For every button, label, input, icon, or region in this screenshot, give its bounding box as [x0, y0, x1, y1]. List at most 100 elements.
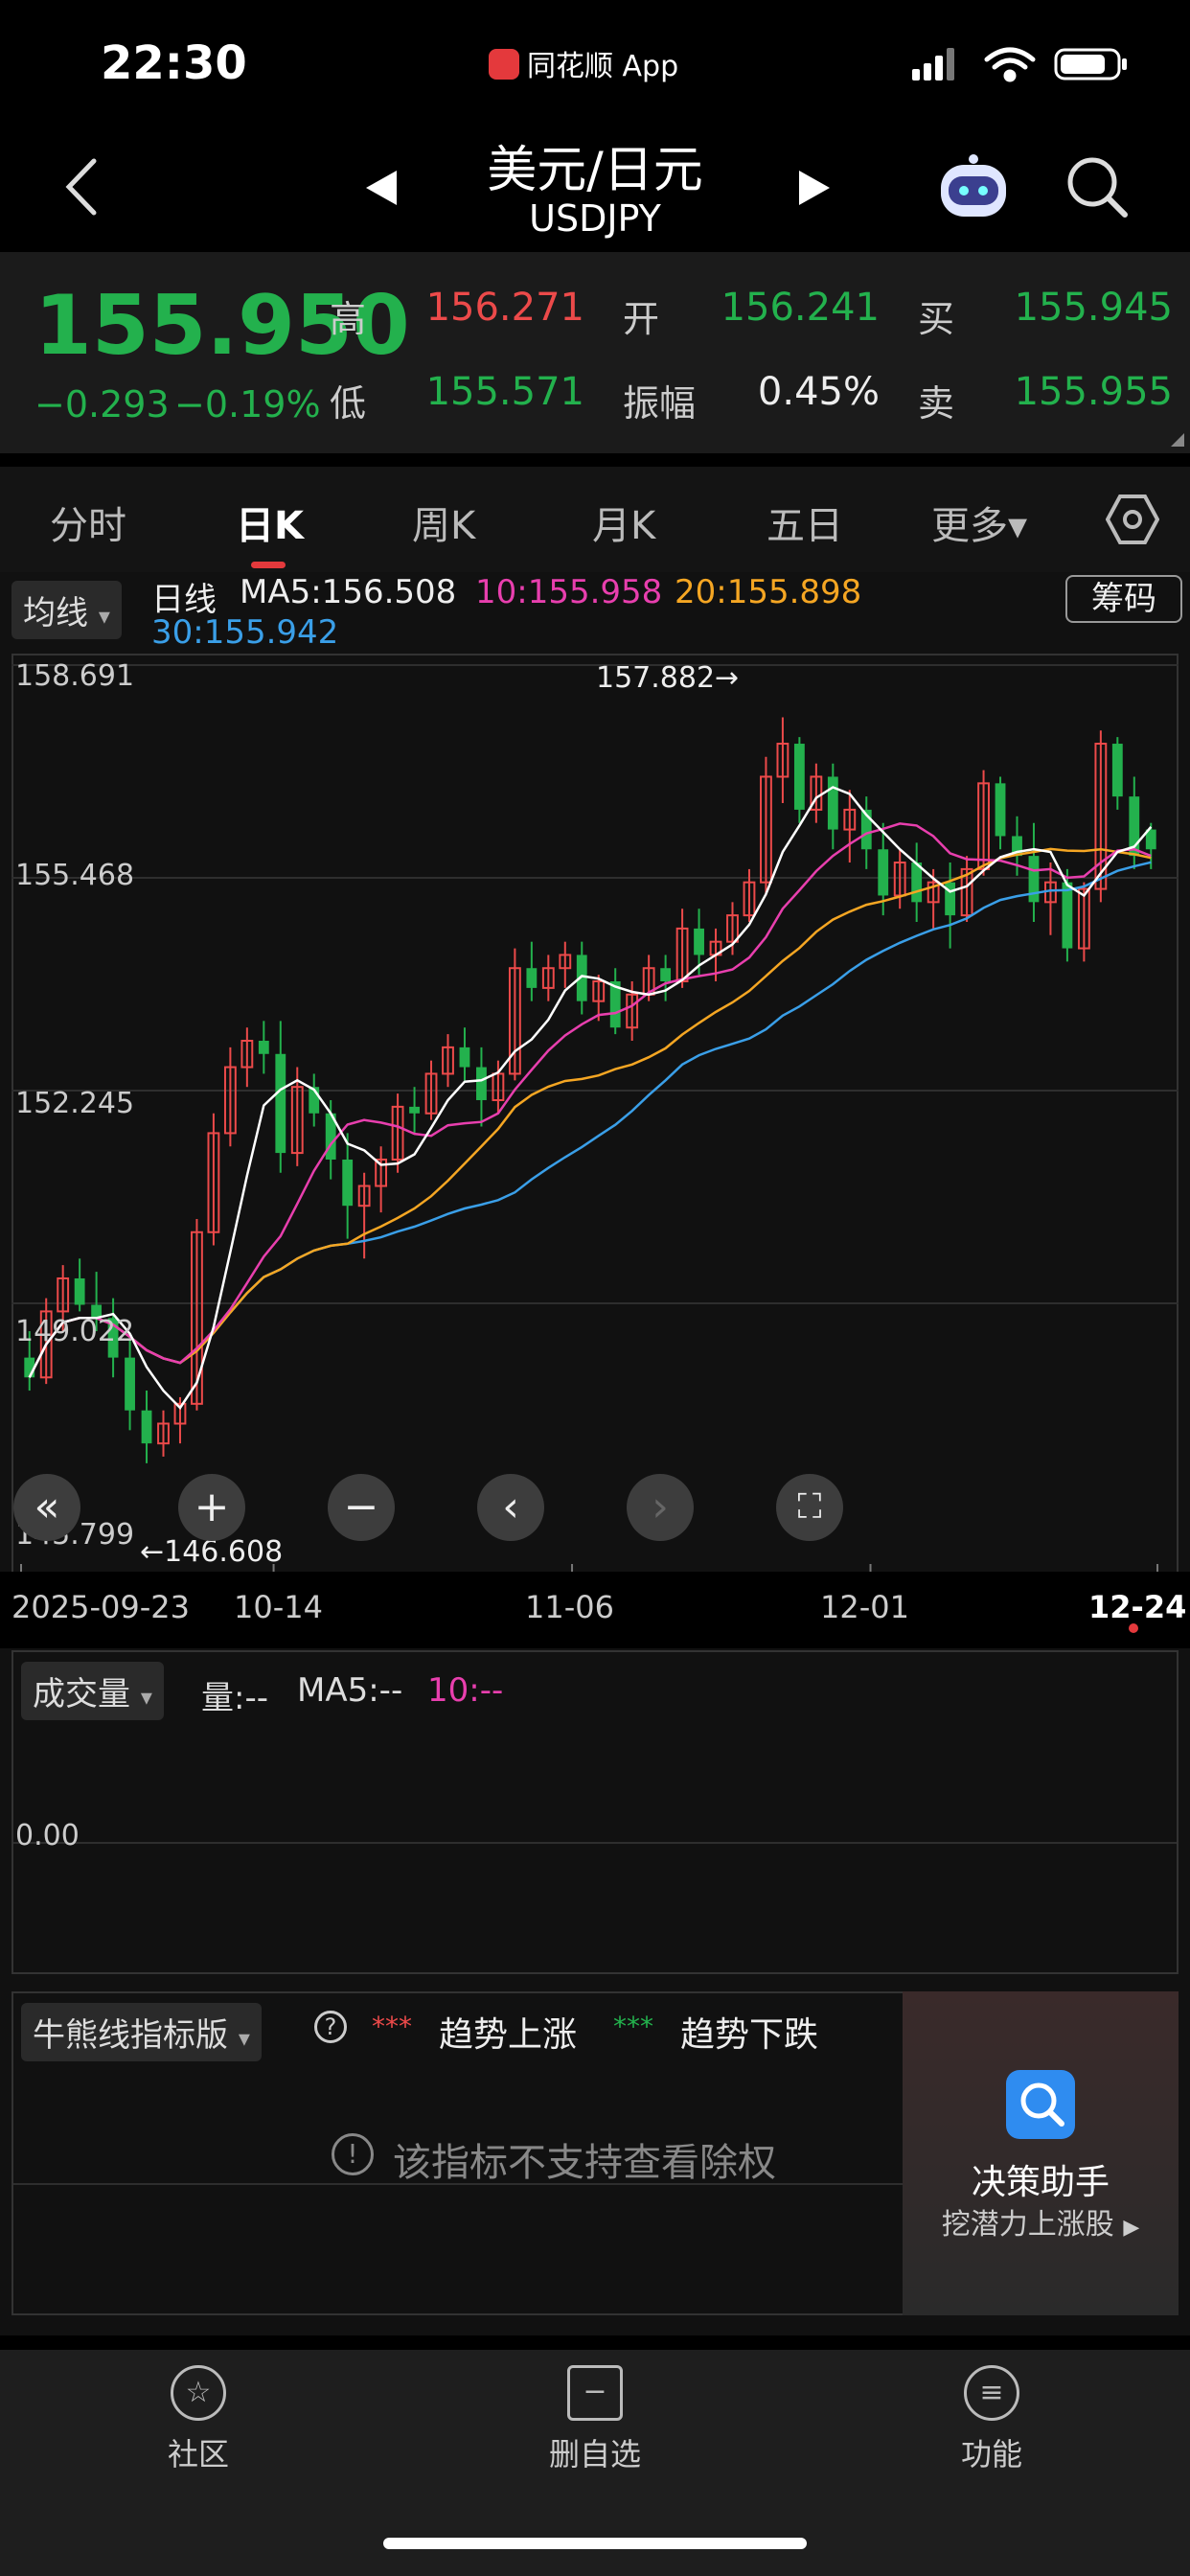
tab-five-day[interactable]: 五日 [767, 494, 843, 550]
candle [609, 968, 621, 1035]
low-value: 155.571 [425, 370, 584, 414]
decision-assistant-title: 决策助手 [971, 2163, 1110, 2202]
tab-weekly-k[interactable]: 周K [412, 494, 475, 550]
high-value: 156.271 [425, 286, 584, 330]
zoom-out-icon[interactable]: − [328, 1474, 395, 1541]
community-icon[interactable]: ☆ [171, 2365, 226, 2421]
y-tick-0: 158.691 [15, 659, 135, 693]
status-time: 22:30 [101, 36, 247, 90]
chip-distribution-button[interactable]: 筹码 [1065, 575, 1182, 623]
trend-up-label: 趋势上涨 [439, 2015, 578, 2055]
candle [357, 1172, 371, 1259]
nav-community-label[interactable]: 社区 [103, 2430, 294, 2474]
volume-value: 量:-- [201, 1679, 268, 1717]
high-label: 高 [330, 298, 367, 340]
candle [541, 954, 555, 1001]
candle [827, 763, 838, 850]
amplitude-label: 振幅 [623, 382, 697, 425]
status-icons [912, 47, 1127, 82]
home-indicator [383, 2538, 807, 2549]
candle [1044, 862, 1057, 935]
candle [125, 1337, 135, 1431]
x-tick-4: 12-24 [1088, 1589, 1187, 1625]
info-icon: ! [332, 2133, 374, 2175]
candle [157, 1410, 170, 1457]
volume-zero-label: 0.00 [15, 1819, 80, 1852]
candle [660, 954, 672, 1001]
expand-corner-icon[interactable] [1171, 433, 1184, 447]
scroll-left-icon[interactable]: ‹ [477, 1474, 544, 1541]
trend-up-marker: *** [372, 2011, 412, 2042]
indicator-selector[interactable]: 牛熊线指标版 ▾ [21, 2003, 262, 2061]
volume-ma10: 10:-- [427, 1671, 504, 1710]
dropdown-icon: ▾ [238, 2025, 250, 2052]
zoom-in-icon[interactable]: + [178, 1474, 245, 1541]
current-date-dot [1129, 1623, 1138, 1633]
y-tick-1: 155.468 [15, 859, 135, 892]
candle [960, 856, 973, 923]
tab-intraday[interactable]: 分时 [50, 494, 126, 550]
chart-settings-icon[interactable] [1106, 493, 1159, 546]
candle [207, 1113, 220, 1246]
candle [375, 1146, 388, 1213]
ma20-value: 20:155.898 [675, 573, 862, 611]
tab-more[interactable]: 更多▾ [931, 494, 1027, 550]
rewind-icon[interactable]: « [13, 1474, 80, 1541]
candle [309, 1073, 320, 1127]
decision-assistant-card[interactable] [903, 1991, 1179, 2315]
scroll-right-icon[interactable]: › [627, 1474, 694, 1541]
app-logo-icon [489, 49, 519, 80]
candle [1111, 737, 1123, 810]
fullscreen-icon[interactable]: ⛶ [776, 1474, 843, 1541]
x-tick-0: 2025-09-23 [11, 1589, 190, 1625]
help-icon[interactable]: ? [314, 2011, 347, 2043]
trend-down-marker: *** [613, 2011, 653, 2042]
x-tick-1: 10-14 [234, 1589, 323, 1625]
amplitude-value: 0.45% [757, 370, 880, 414]
candle [776, 717, 790, 804]
menu-icon[interactable]: ≡ [964, 2365, 1019, 2421]
y-tick-3: 149.022 [15, 1315, 135, 1348]
ma10-value: 10:155.958 [475, 573, 663, 611]
indicator-notice: 该指标不支持查看除权 [393, 2141, 776, 2185]
candle [995, 776, 1006, 850]
tab-monthly-k[interactable]: 月K [592, 494, 655, 550]
x-tick-2: 11-06 [525, 1589, 614, 1625]
decision-assistant-subtitle: 挖潜力上涨股 ▶ [903, 2200, 1179, 2242]
trend-down-label: 趋势下跌 [680, 2015, 819, 2055]
low-label: 低 [330, 382, 367, 425]
price-change: −0.293 [34, 383, 170, 426]
dropdown-icon: ▾ [98, 603, 110, 630]
candle [141, 1391, 152, 1463]
volume-gridline [13, 1842, 1177, 1844]
robot-assistant-icon[interactable] [935, 151, 1012, 224]
candle [74, 1258, 85, 1312]
remove-watchlist-icon[interactable]: − [567, 2365, 623, 2421]
price-change-pct: −0.19% [174, 383, 321, 426]
signal-icon [912, 48, 954, 80]
y-tick-2: 152.245 [15, 1087, 135, 1120]
tab-daily-k[interactable]: 日K [236, 494, 304, 550]
battery-icon [1054, 48, 1127, 80]
kline-chart[interactable] [11, 654, 1179, 1574]
candle [843, 790, 857, 863]
volume-panel [11, 1650, 1179, 1974]
ma-selector[interactable]: 均线 ▾ [11, 581, 122, 639]
volume-selector[interactable]: 成交量 ▾ [21, 1662, 164, 1720]
decision-assistant-subtitle-text: 挖潜力上涨股 [941, 2208, 1114, 2242]
next-symbol-icon[interactable] [795, 169, 834, 207]
wifi-icon [984, 47, 1036, 82]
search-icon[interactable] [1064, 153, 1131, 220]
candle [258, 1021, 269, 1074]
candle [893, 849, 906, 909]
nav-remove-watchlist-label[interactable]: 删自选 [499, 2430, 691, 2474]
nav-functions-label[interactable]: 功能 [896, 2430, 1087, 2474]
candle [760, 756, 772, 896]
ma30-value: 30:155.942 [151, 613, 339, 652]
tab-active-indicator [251, 562, 286, 568]
volume-selector-label: 成交量 [33, 1675, 130, 1714]
candle [911, 842, 923, 923]
candle [945, 862, 956, 949]
candle [559, 941, 572, 988]
open-value: 156.241 [721, 286, 880, 330]
